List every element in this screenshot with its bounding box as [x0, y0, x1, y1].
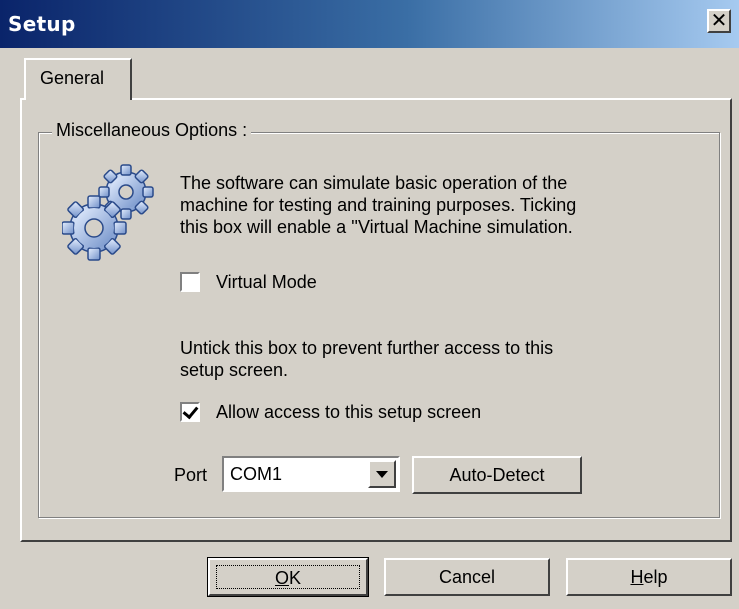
description-text: The software can simulate basic operatio…	[180, 172, 576, 238]
gears-icon	[62, 164, 154, 261]
description-line: this box will enable a ''Virtual Machine…	[180, 217, 573, 237]
tab-general-label: General	[40, 68, 105, 88]
group-label: Miscellaneous Options :	[52, 120, 252, 141]
description-line: machine for testing and training purpose…	[180, 195, 577, 215]
focus-rect: OK	[216, 565, 360, 589]
help-button[interactable]: Help	[566, 558, 732, 596]
help-label-rest: elp	[643, 567, 668, 587]
close-button[interactable]: ✕	[707, 9, 731, 33]
help-accel: H	[630, 567, 644, 587]
tab-general[interactable]: General	[24, 58, 132, 100]
port-label: Port	[174, 465, 208, 485]
allow-access-checkbox[interactable]	[180, 402, 200, 422]
port-select[interactable]: COM1	[222, 456, 400, 492]
close-icon: ✕	[710, 8, 728, 32]
virtual-mode-checkbox[interactable]	[180, 272, 200, 292]
access-note-line: Untick this box to prevent further acces…	[180, 338, 554, 358]
setup-dialog: Setup ✕ General Miscellaneous Options :	[0, 0, 739, 609]
auto-detect-button[interactable]: Auto-Detect	[412, 456, 582, 494]
allow-access-label[interactable]: Allow access to this setup screen	[216, 401, 481, 423]
ok-accel: O	[274, 568, 289, 588]
ok-button[interactable]: OK	[207, 557, 369, 597]
ok-label-rest: K	[289, 568, 302, 588]
virtual-mode-label[interactable]: Virtual Mode	[216, 271, 317, 293]
title-bar[interactable]: Setup ✕	[0, 0, 739, 48]
chevron-down-icon[interactable]	[368, 460, 396, 488]
window-title: Setup	[8, 12, 76, 36]
access-note-line: setup screen.	[180, 360, 289, 380]
cancel-button[interactable]: Cancel	[384, 558, 550, 596]
port-select-value: COM1	[230, 464, 283, 484]
description-line: The software can simulate basic operatio…	[180, 173, 568, 193]
access-note-text: Untick this box to prevent further acces…	[180, 337, 553, 381]
